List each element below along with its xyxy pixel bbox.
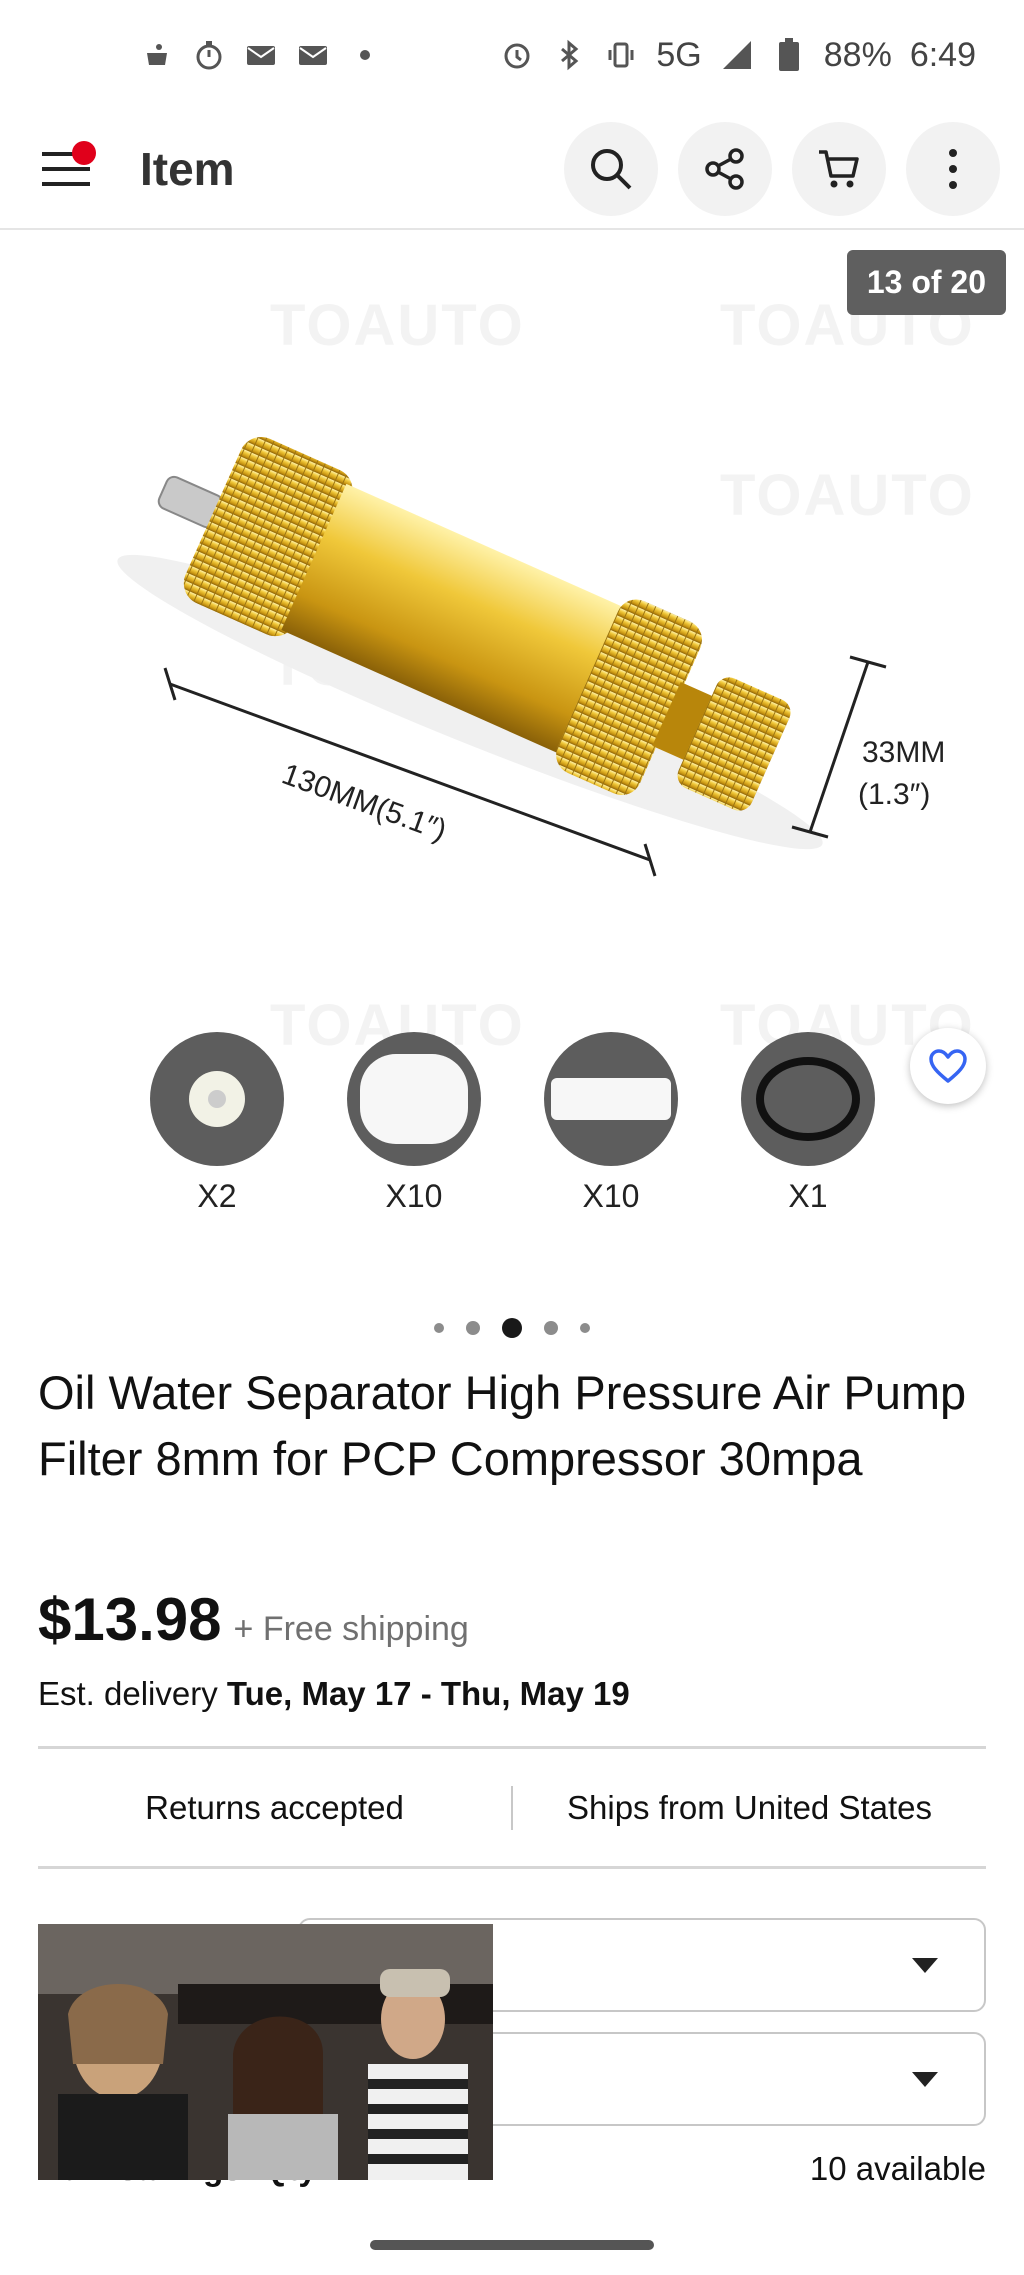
item-price: $13.98	[38, 1586, 222, 1653]
heart-icon	[929, 1049, 967, 1083]
more-options-button[interactable]	[906, 122, 1000, 216]
width-dimension-in: (1.3″)	[858, 778, 930, 811]
length-dimension-label: 130MM(5.1″)	[278, 758, 451, 848]
accessory-qty-label: X2	[197, 1178, 237, 1214]
filter-plug-image	[150, 1032, 284, 1166]
accessory-qty-label: X1	[788, 1178, 828, 1214]
video-frame-image	[38, 1924, 493, 2180]
add-to-watchlist-button[interactable]	[910, 1028, 986, 1104]
mail-icon	[244, 38, 278, 72]
estimated-delivery: Est. delivery Tue, May 17 - Thu, May 19	[38, 1675, 630, 1713]
pagination-dot	[434, 1323, 444, 1333]
availability-count: 10 available	[809, 2150, 986, 2187]
ships-from: Ships from United States	[567, 1789, 932, 1826]
share-button[interactable]	[678, 122, 772, 216]
shipping-info: + Free shipping	[233, 1610, 469, 1648]
cart-button[interactable]	[792, 122, 886, 216]
search-button[interactable]	[564, 122, 658, 216]
battery-icon	[772, 38, 806, 72]
product-image-gallery[interactable]: TOAUTO TOAUTO TOAUTO TOAUTO TOAUTO TOAUT…	[0, 232, 1024, 1260]
pagination-dot	[580, 1323, 590, 1333]
battery-percent: 88%	[823, 35, 892, 74]
clock: 6:49	[909, 35, 976, 74]
cart-icon	[819, 150, 859, 188]
image-counter-badge: 13 of 20	[846, 250, 1006, 315]
divider	[38, 1866, 986, 1869]
width-dimension-mm: 33MM	[862, 736, 945, 769]
notification-badge	[72, 141, 96, 165]
page-title: Item	[140, 143, 235, 195]
search-icon	[591, 149, 632, 190]
more-vertical-icon	[949, 149, 957, 189]
dropdown-arrow-icon	[912, 2072, 938, 2087]
listing-title: Oil Water Separator High Pressure Air Pu…	[38, 1366, 967, 1485]
network-type: 5G	[656, 35, 702, 74]
accessory-qty-label: X10	[582, 1178, 640, 1214]
vibrate-icon	[604, 38, 638, 72]
air-filter-product-image: 130MM(5.1″) 33MM (1.3″)	[117, 437, 945, 877]
delivery-dates: Tue, May 17 - Thu, May 19	[226, 1675, 630, 1712]
timer-icon	[192, 38, 226, 72]
picture-in-picture-video[interactable]	[38, 1924, 493, 2180]
returns-accepted: Returns accepted	[145, 1789, 404, 1826]
item-highlights: Returns accepted Ships from United State…	[38, 1748, 986, 1868]
more-notifications-dot-icon	[348, 38, 382, 72]
signal-icon	[720, 38, 754, 72]
accessory-qty-label: X10	[385, 1178, 443, 1214]
status-bar: 5G 88% 6:49	[0, 0, 1024, 110]
accessory-item: X2	[150, 1032, 284, 1215]
bluetooth-icon	[552, 38, 586, 72]
pagination-dot	[544, 1321, 558, 1335]
app-bar: Item	[0, 110, 1024, 230]
notification-icons	[140, 38, 382, 72]
accessory-item: X10	[347, 1032, 481, 1215]
app-notification-icon	[140, 38, 174, 72]
price-row: $13.98 + Free shipping	[38, 1585, 469, 1654]
share-icon	[705, 148, 744, 190]
cotton-filter-image	[347, 1032, 481, 1166]
image-pagination-dots	[0, 1318, 1024, 1338]
menu-button[interactable]	[36, 139, 96, 199]
system-icons: 5G 88% 6:49	[500, 36, 976, 75]
accessory-item: X1	[741, 1032, 875, 1215]
pagination-dot-active	[502, 1318, 522, 1338]
delivery-label: Est. delivery	[38, 1675, 218, 1712]
o-ring-image	[741, 1032, 875, 1166]
mail-icon	[296, 38, 330, 72]
dropdown-arrow-icon	[912, 1958, 938, 1973]
home-gesture-bar[interactable]	[370, 2240, 654, 2250]
felt-filter-image	[544, 1032, 678, 1166]
accessory-item: X10	[544, 1032, 678, 1215]
pagination-dot	[466, 1321, 480, 1335]
alarm-icon	[500, 38, 534, 72]
